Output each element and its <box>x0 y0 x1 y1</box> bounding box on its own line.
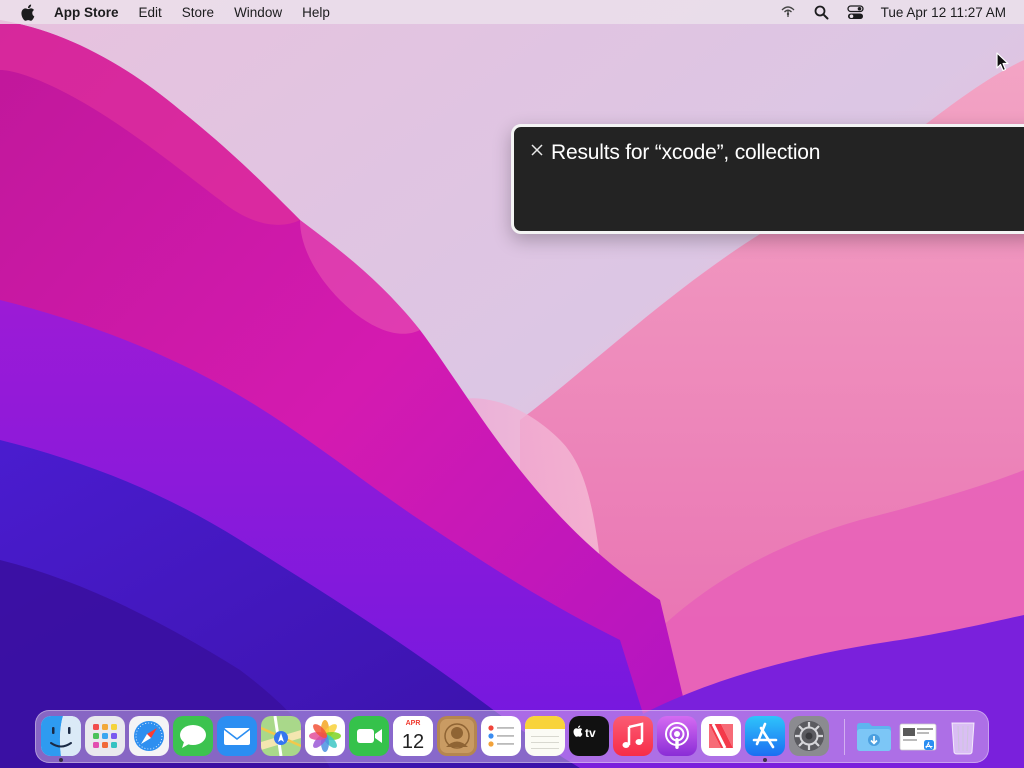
menu-store[interactable]: Store <box>182 5 214 20</box>
facetime-icon[interactable] <box>349 716 389 756</box>
reminders-icon[interactable] <box>481 716 521 756</box>
spotlight-search-icon[interactable] <box>813 3 831 21</box>
system-preferences-icon[interactable] <box>789 716 829 756</box>
mouse-cursor-icon <box>996 52 1010 72</box>
voiceover-caption-panel: Results for “xcode”, collection <box>511 124 1024 234</box>
contacts-icon[interactable] <box>437 716 477 756</box>
close-icon[interactable] <box>530 143 544 157</box>
control-center-icon[interactable] <box>847 3 865 21</box>
desktop: App Store Edit Store Window Help Tue Apr… <box>0 0 1024 768</box>
recent-document-thumbnail[interactable] <box>898 716 938 756</box>
wifi-icon[interactable] <box>779 3 797 21</box>
calendar-day-label: 12 <box>402 731 424 753</box>
finder-running-indicator <box>59 758 63 762</box>
launchpad-icon[interactable] <box>85 716 125 756</box>
finder-icon[interactable] <box>41 716 81 756</box>
news-icon[interactable] <box>701 716 741 756</box>
safari-icon[interactable] <box>129 716 169 756</box>
dock: APR 12 tv <box>35 710 989 763</box>
menu-bar: App Store Edit Store Window Help Tue Apr… <box>0 0 1024 24</box>
menu-bar-clock[interactable]: Tue Apr 12 11:27 AM <box>881 5 1006 20</box>
calendar-month-label: APR <box>406 720 421 727</box>
tv-label: tv <box>585 726 596 740</box>
caption-text: Results for “xcode”, collection <box>551 141 821 164</box>
photos-icon[interactable] <box>305 716 345 756</box>
wallpaper <box>0 0 1024 768</box>
downloads-folder-icon[interactable] <box>854 716 894 756</box>
apple-menu-icon[interactable] <box>18 3 36 21</box>
notes-icon[interactable] <box>525 716 565 756</box>
messages-icon[interactable] <box>173 716 213 756</box>
app-store-icon[interactable] <box>745 716 785 756</box>
app-store-running-indicator <box>763 758 767 762</box>
menu-help[interactable]: Help <box>302 5 330 20</box>
trash-icon[interactable] <box>943 716 983 756</box>
calendar-icon[interactable]: APR 12 <box>393 716 433 756</box>
menu-window[interactable]: Window <box>234 5 282 20</box>
maps-icon[interactable] <box>261 716 301 756</box>
mail-icon[interactable] <box>217 716 257 756</box>
podcasts-icon[interactable] <box>657 716 697 756</box>
dock-divider <box>844 719 845 755</box>
menu-app-name[interactable]: App Store <box>54 5 119 20</box>
menu-edit[interactable]: Edit <box>139 5 162 20</box>
music-icon[interactable] <box>613 716 653 756</box>
apple-tv-icon[interactable]: tv <box>569 716 609 756</box>
